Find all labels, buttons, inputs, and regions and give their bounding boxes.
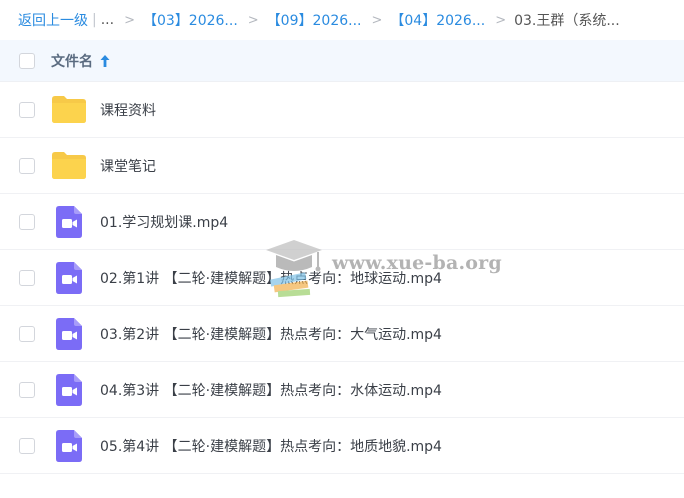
row-checkbox[interactable]: [19, 269, 35, 286]
breadcrumb-separator: >: [495, 12, 507, 28]
video-file-icon: [51, 429, 87, 462]
file-name[interactable]: 课程资料: [100, 100, 156, 120]
file-list: 课程资料 课堂笔记 01.学习规划课.mp4 02.第1讲 【二轮·建模解题】热…: [0, 82, 684, 474]
file-name[interactable]: 01.学习规划课.mp4: [100, 212, 228, 232]
video-file-icon: [51, 317, 87, 350]
arrow-up-icon[interactable]: [100, 54, 110, 67]
breadcrumb-item[interactable]: 【09】2026...: [267, 10, 362, 30]
list-item[interactable]: 03.第2讲 【二轮·建模解题】热点考向：大气运动.mp4: [0, 306, 684, 362]
breadcrumb-separator: >: [371, 12, 383, 28]
breadcrumb-separator: >: [247, 12, 259, 28]
list-item[interactable]: 04.第3讲 【二轮·建模解题】热点考向：水体运动.mp4: [0, 362, 684, 418]
row-checkbox[interactable]: [19, 213, 35, 230]
breadcrumb-ellipsis[interactable]: ...: [101, 12, 114, 28]
breadcrumb-item[interactable]: 【04】2026...: [390, 10, 485, 30]
video-file-icon: [51, 205, 87, 238]
file-name[interactable]: 课堂笔记: [100, 156, 156, 176]
list-item[interactable]: 02.第1讲 【二轮·建模解题】热点考向：地球运动.mp4: [0, 250, 684, 306]
folder-icon: [51, 94, 87, 126]
list-item[interactable]: 课堂笔记: [0, 138, 684, 194]
column-header-filename[interactable]: 文件名: [51, 51, 93, 71]
file-list-header: 文件名: [0, 40, 684, 82]
video-file-icon: [51, 261, 87, 294]
list-item[interactable]: 05.第4讲 【二轮·建模解题】热点考向：地质地貌.mp4: [0, 418, 684, 474]
video-file-icon: [51, 373, 87, 406]
file-name[interactable]: 02.第1讲 【二轮·建模解题】热点考向：地球运动.mp4: [100, 268, 442, 288]
row-checkbox[interactable]: [19, 101, 35, 118]
row-checkbox[interactable]: [19, 157, 35, 174]
file-name[interactable]: 04.第3讲 【二轮·建模解题】热点考向：水体运动.mp4: [100, 380, 442, 400]
breadcrumb-current: 03.王群（系统...: [514, 13, 620, 29]
folder-icon: [51, 150, 87, 182]
file-name[interactable]: 05.第4讲 【二轮·建模解题】热点考向：地质地貌.mp4: [100, 436, 442, 456]
row-checkbox[interactable]: [19, 437, 35, 454]
select-all-checkbox[interactable]: [19, 52, 35, 69]
breadcrumb-item[interactable]: 【03】2026...: [143, 10, 238, 30]
row-checkbox[interactable]: [19, 325, 35, 342]
back-link[interactable]: 返回上一级: [18, 10, 88, 30]
breadcrumb-separator: >: [124, 12, 135, 28]
file-name[interactable]: 03.第2讲 【二轮·建模解题】热点考向：大气运动.mp4: [100, 324, 442, 344]
list-item[interactable]: 课程资料: [0, 82, 684, 138]
breadcrumb: 返回上一级 | ... > 【03】2026... > 【09】2026... …: [0, 0, 684, 40]
breadcrumb-divider: |: [92, 12, 97, 28]
row-checkbox[interactable]: [19, 381, 35, 398]
list-item[interactable]: 01.学习规划课.mp4: [0, 194, 684, 250]
